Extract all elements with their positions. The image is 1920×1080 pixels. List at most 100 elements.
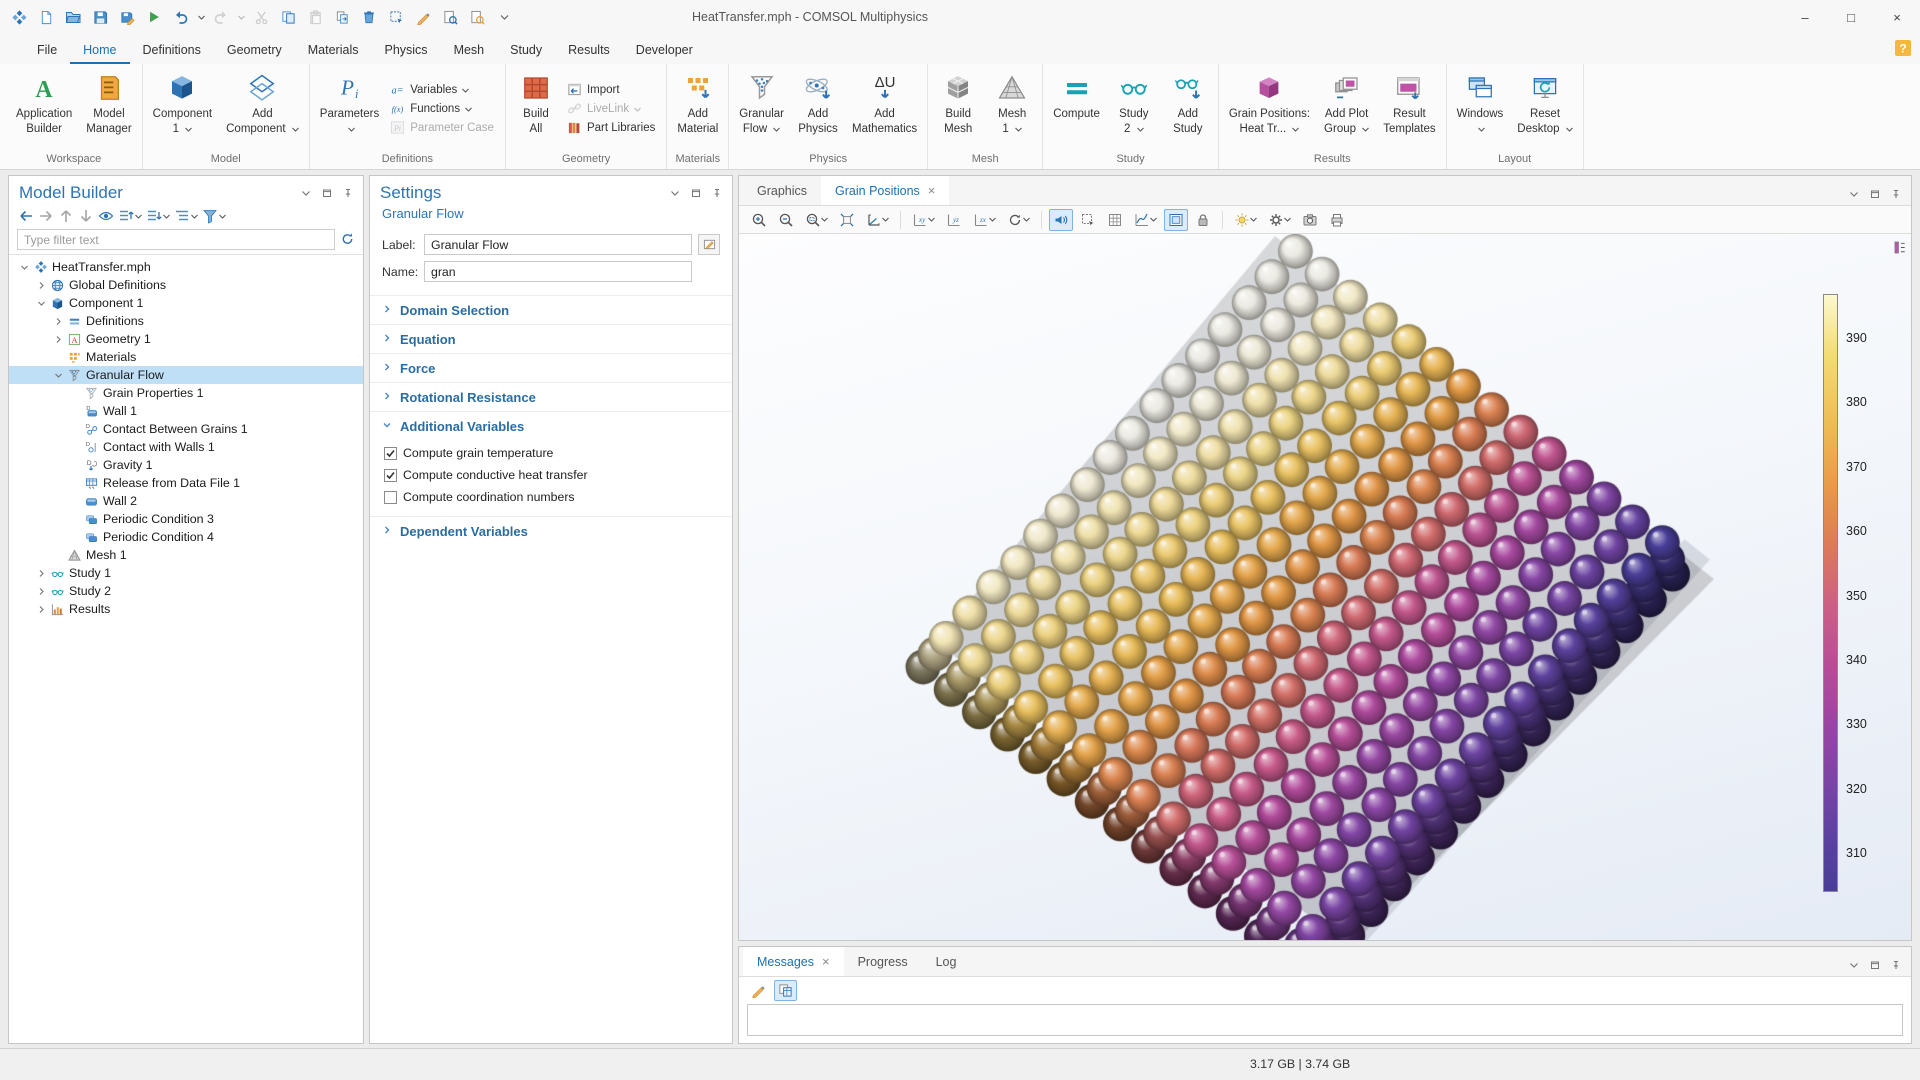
scene-light-button[interactable] — [1230, 209, 1261, 231]
checkbox-checked-icon[interactable] — [384, 469, 397, 482]
label-input[interactable] — [424, 234, 692, 255]
checkbox-checked-icon[interactable] — [384, 447, 397, 460]
print-button[interactable] — [1325, 209, 1349, 231]
collapse-panel-icon[interactable] — [668, 186, 682, 200]
select-button[interactable] — [383, 4, 409, 30]
refresh-filter-icon[interactable] — [340, 231, 355, 249]
table-view-button[interactable] — [774, 980, 797, 1001]
tree-expander-icon[interactable] — [34, 605, 49, 614]
redo-button-dropdown[interactable] — [235, 15, 247, 20]
component-1-button[interactable]: Component1 — [146, 66, 219, 151]
zoom-in-button[interactable] — [747, 209, 771, 231]
lock-axes-button[interactable] — [1191, 209, 1215, 231]
new-file-button[interactable] — [33, 4, 59, 30]
rename-button[interactable] — [698, 234, 720, 255]
save-as-button[interactable] — [114, 4, 140, 30]
tree-item-contact-with-walls-1[interactable]: DContact with Walls 1 — [9, 438, 363, 456]
section-dependent-variables[interactable]: Dependent Variables — [370, 516, 732, 545]
cut-button[interactable] — [248, 4, 274, 30]
zoom-extents-button[interactable] — [835, 209, 859, 231]
tree-item-wall-2[interactable]: Wall 2 — [9, 492, 363, 510]
pin-panel-icon[interactable] — [710, 186, 724, 200]
add-component-button[interactable]: AddComponent — [219, 66, 306, 151]
tree-expander-icon[interactable] — [34, 569, 49, 578]
nav-forward-button[interactable] — [37, 207, 55, 225]
maximize-button[interactable]: □ — [1828, 0, 1874, 34]
undo-button[interactable] — [168, 4, 194, 30]
study-2-button[interactable]: Study2 — [1107, 66, 1161, 151]
graphics-settings-button[interactable] — [1264, 209, 1295, 231]
tree-item-granular-flow[interactable]: Granular Flow — [9, 366, 363, 384]
section-additional-variables[interactable]: Additional Variables — [370, 411, 732, 440]
reset-desktop-button[interactable]: ResetDesktop — [1510, 66, 1579, 151]
model-manager-button[interactable]: ModelManager — [79, 66, 138, 151]
tree-item-global-definitions[interactable]: Global Definitions — [9, 276, 363, 294]
tree-item-gravity-1[interactable]: DGravity 1 — [9, 456, 363, 474]
delete-button[interactable] — [356, 4, 382, 30]
float-panel-icon[interactable] — [689, 186, 703, 200]
add-plot-group-button[interactable]: Add PlotGroup — [1317, 66, 1376, 151]
messages-output[interactable] — [747, 1004, 1903, 1036]
rotate-view-button[interactable] — [1003, 209, 1034, 231]
build-all-button[interactable]: BuildAll — [509, 66, 563, 151]
expand-button[interactable] — [117, 207, 143, 225]
plot-button[interactable] — [1130, 209, 1161, 231]
ribbon-tab-geometry[interactable]: Geometry — [214, 37, 295, 64]
tree-item-grain-properties-1[interactable]: Grain Properties 1 — [9, 384, 363, 402]
tree-item-wall-1[interactable]: DWall 1 — [9, 402, 363, 420]
tree-item-contact-between-grains-1[interactable]: DContact Between Grains 1 — [9, 420, 363, 438]
add-study-button[interactable]: AddStudy — [1161, 66, 1215, 151]
name-input[interactable] — [424, 261, 692, 282]
tab-messages[interactable]: Messages× — [743, 947, 844, 976]
grain-plot-canvas[interactable] — [739, 234, 1911, 940]
checkbox-compute-coordination-numbers[interactable]: Compute coordination numbers — [384, 486, 732, 508]
search-button[interactable] — [464, 4, 490, 30]
nav-back-button[interactable] — [17, 207, 35, 225]
collapse-panel-icon[interactable] — [1847, 958, 1861, 972]
tree-item-periodic-condition-3[interactable]: Periodic Condition 3 — [9, 510, 363, 528]
filter-input[interactable] — [17, 229, 335, 250]
ribbon-tab-mesh[interactable]: Mesh — [441, 37, 498, 64]
tab-log[interactable]: Log — [922, 947, 971, 976]
section-domain-selection[interactable]: Domain Selection — [370, 295, 732, 324]
view-yz-button[interactable]: yz — [942, 209, 966, 231]
ribbon-tab-study[interactable]: Study — [497, 37, 555, 64]
float-panel-icon[interactable] — [1868, 958, 1882, 972]
node-label-button[interactable] — [173, 207, 199, 225]
add-material-button[interactable]: AddMaterial — [670, 66, 725, 151]
view-zx-button[interactable]: zx — [969, 209, 1000, 231]
legend-toggle-icon[interactable] — [1892, 240, 1907, 258]
filter-button[interactable] — [201, 207, 227, 225]
ribbon-tab-definitions[interactable]: Definitions — [130, 37, 214, 64]
collapse-panel-icon[interactable] — [299, 186, 313, 200]
add-physics-button[interactable]: AddPhysics — [791, 66, 845, 151]
ribbon-tab-file[interactable]: File — [24, 37, 70, 64]
tree-expander-icon[interactable] — [34, 281, 49, 290]
show-button[interactable] — [97, 207, 115, 225]
tree-item-mesh-1[interactable]: Mesh 1 — [9, 546, 363, 564]
part-libraries-button[interactable]: Part Libraries — [567, 120, 655, 135]
checkbox-unchecked-icon[interactable] — [384, 491, 397, 504]
result-templates-button[interactable]: ResultTemplates — [1376, 66, 1442, 151]
select-box-button[interactable] — [1076, 209, 1100, 231]
livelink-button[interactable]: LiveLink — [567, 101, 655, 116]
move-down-button[interactable] — [77, 207, 95, 225]
section-force[interactable]: Force — [370, 353, 732, 382]
tree-item-study-2[interactable]: Study 2 — [9, 582, 363, 600]
copy-button[interactable] — [275, 4, 301, 30]
close-icon[interactable]: × — [928, 183, 936, 198]
ribbon-tab-physics[interactable]: Physics — [371, 37, 440, 64]
close-button[interactable]: × — [1874, 0, 1920, 34]
tree-item-release-from-data-file-1[interactable]: Release from Data File 1 — [9, 474, 363, 492]
variables-button[interactable]: a=Variables — [390, 82, 494, 97]
functions-button[interactable]: f(x)Functions — [390, 101, 494, 116]
checkbox-compute-conductive-heat-transfer[interactable]: Compute conductive heat transfer — [384, 464, 732, 486]
checkbox-compute-grain-temperature[interactable]: Compute grain temperature — [384, 442, 732, 464]
parameters-button[interactable]: PiParameters — [313, 66, 386, 151]
ribbon-tab-results[interactable]: Results — [555, 37, 623, 64]
tree-expander-icon[interactable] — [51, 335, 66, 344]
granular-flow-button[interactable]: GranularFlow — [732, 66, 791, 151]
section-equation[interactable]: Equation — [370, 324, 732, 353]
tab-progress[interactable]: Progress — [844, 947, 922, 976]
run-button[interactable] — [141, 4, 167, 30]
